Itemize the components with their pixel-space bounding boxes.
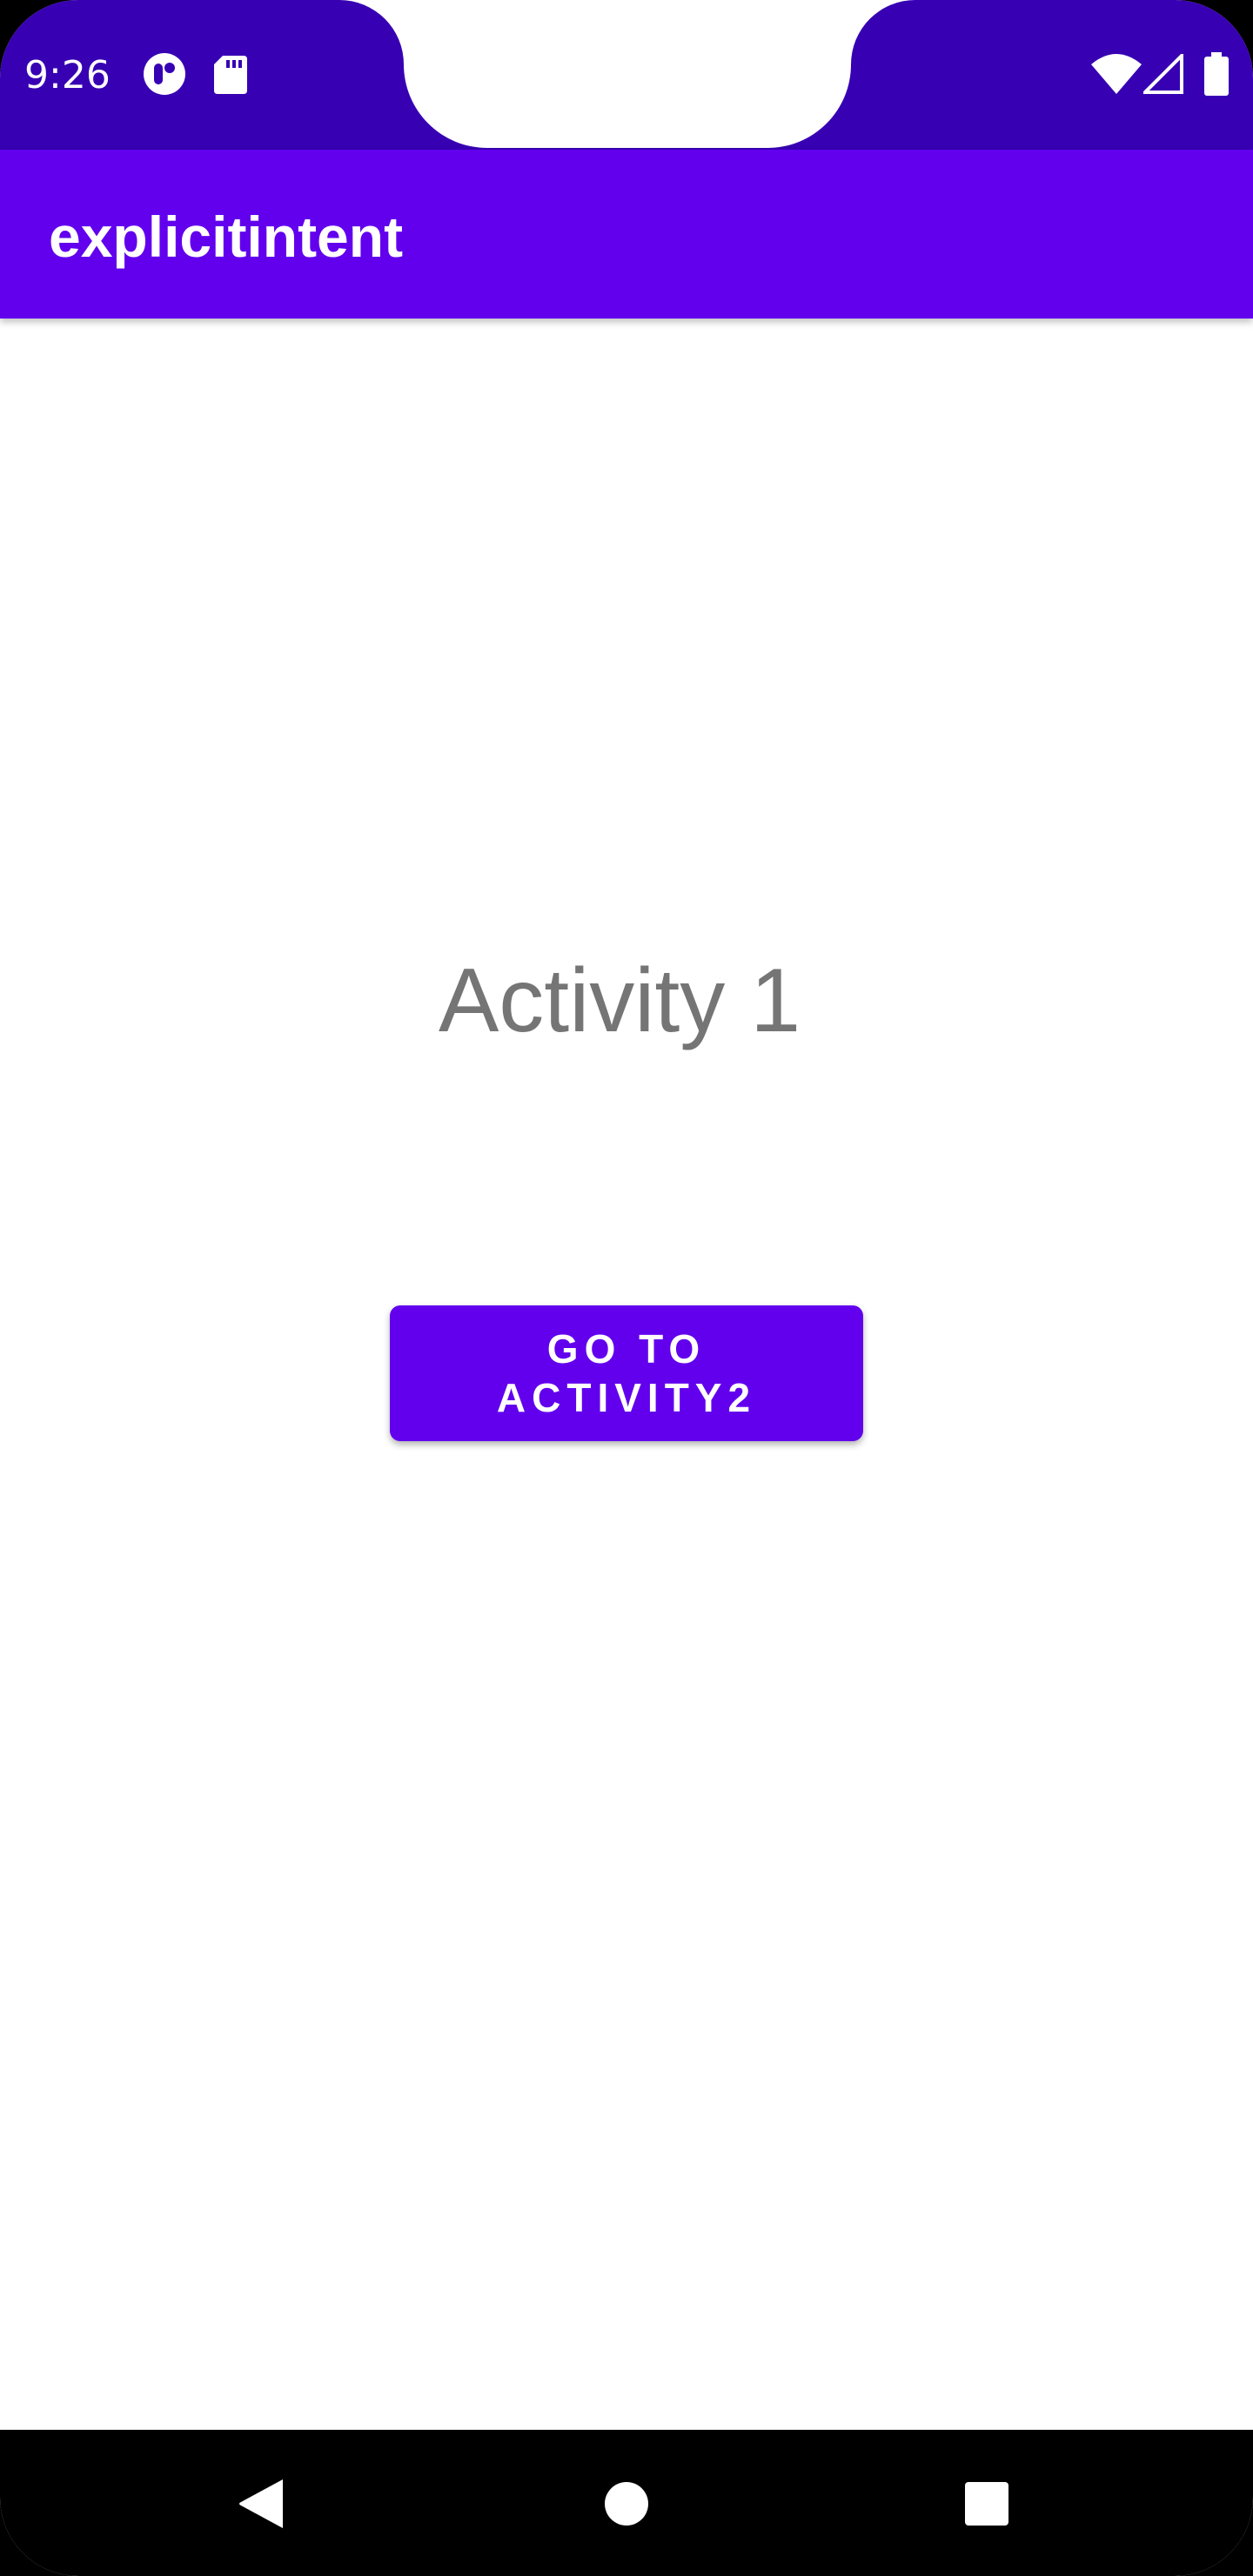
app-bar: explicitintent [0,150,1253,319]
activity-label: Activity 1 [438,950,801,1051]
notch-shoulder-right [851,0,915,64]
app-title: explicitintent [49,205,404,269]
notification-app-icon [143,52,186,99]
navigation-bar [0,2430,1253,2576]
display-notch [404,0,851,148]
back-button[interactable] [214,2456,310,2552]
home-button[interactable] [579,2456,674,2552]
status-bar: 9:26 [0,0,1253,150]
notch-shoulder-left [339,0,404,64]
main-content: Activity 1 GO TO ACTIVITY2 [0,319,1253,2430]
go-to-activity2-button[interactable]: GO TO ACTIVITY2 [390,1305,863,1441]
recents-icon [965,2482,1008,2526]
go-to-activity2-button-label: GO TO ACTIVITY2 [496,1326,757,1420]
phone-screen: 9:26 explicitintent Activity 1 GO TO ACT… [0,0,1253,2576]
sd-card-icon [214,56,247,97]
back-icon [239,2479,283,2528]
signal-icon [1141,51,1183,97]
status-time: 9:26 [24,53,111,97]
home-icon [605,2482,648,2526]
wifi-icon [1091,54,1142,97]
battery-icon [1204,52,1229,99]
recents-button[interactable] [939,2456,1035,2552]
